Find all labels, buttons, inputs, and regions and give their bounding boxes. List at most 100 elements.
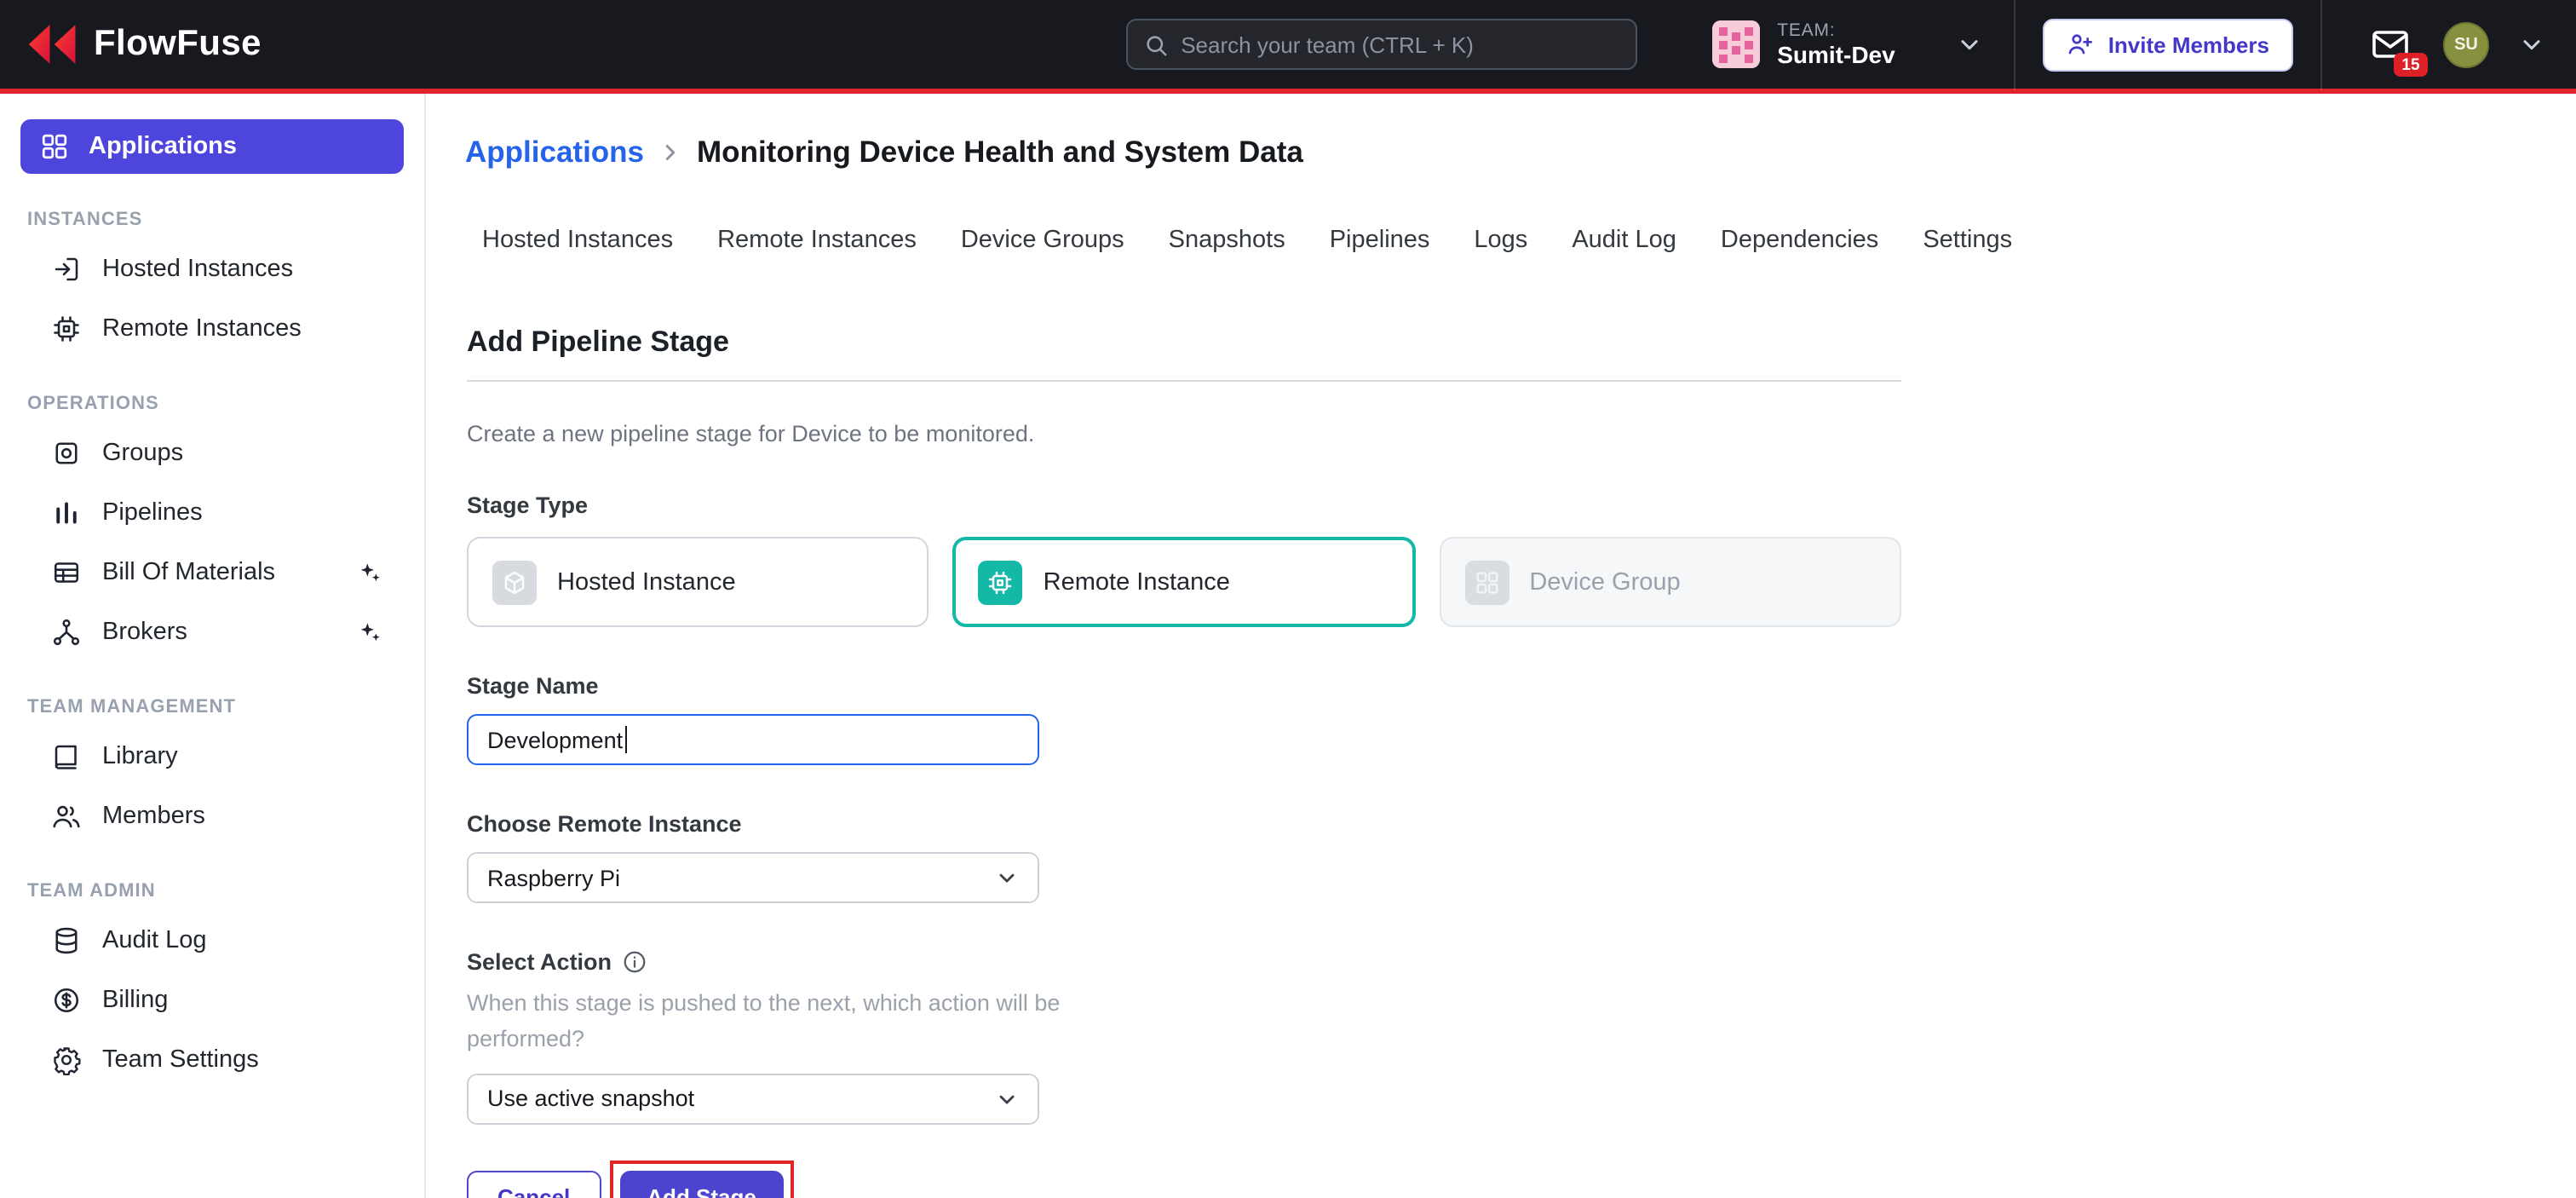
action-value: Use active snapshot — [487, 1086, 694, 1112]
notifications-badge: 15 — [2394, 53, 2428, 77]
stage-type-device-group: Device Group — [1439, 537, 1901, 627]
sidebar-item-label: Brokers — [102, 618, 187, 645]
form-description: Create a new pipeline stage for Device t… — [467, 421, 1901, 446]
remote-instance-select[interactable]: Raspberry Pi — [467, 852, 1039, 903]
tab-settings[interactable]: Settings — [1900, 216, 2034, 264]
top-navbar: FlowFuse TEAM: Sumit-Dev I — [0, 0, 2576, 94]
chevron-right-icon — [658, 140, 683, 165]
action-select[interactable]: Use active snapshot — [467, 1074, 1039, 1125]
sidebar-item-label: Billing — [102, 986, 168, 1013]
cancel-button[interactable]: Cancel — [467, 1171, 601, 1198]
remote-instances-icon — [51, 313, 82, 343]
sidebar-item-brokers[interactable]: Brokers — [0, 602, 424, 661]
stage-type-remote-instance[interactable]: Remote Instance — [953, 537, 1416, 627]
sidebar-item-team-settings[interactable]: Team Settings — [0, 1029, 424, 1089]
text-caret — [624, 726, 626, 753]
search-input[interactable] — [1181, 32, 1620, 57]
stage-name-value: Development — [487, 727, 623, 752]
sidebar-item-members[interactable]: Members — [0, 786, 424, 845]
cube-icon — [492, 560, 537, 604]
sidebar-item-label: Bill Of Materials — [102, 558, 275, 585]
navbar-right: 15 SU — [2336, 21, 2545, 67]
tab-snapshots[interactable]: Snapshots — [1147, 216, 1308, 264]
form-divider — [467, 380, 1901, 382]
page-title: Monitoring Device Health and System Data — [697, 135, 1303, 170]
invite-members-button[interactable]: Invite Members — [2044, 18, 2293, 71]
team-settings-icon — [51, 1044, 82, 1074]
sidebar-item-label: Pipelines — [102, 498, 203, 526]
user-menu-chevron-icon[interactable] — [2518, 31, 2545, 58]
sidebar-item-audit-log[interactable]: Audit Log — [0, 910, 424, 970]
members-icon — [51, 800, 82, 831]
sidebar-section-operations: OPERATIONS — [0, 358, 424, 423]
brand[interactable]: FlowFuse — [27, 22, 334, 66]
select-action-text: Select Action — [467, 949, 612, 975]
notifications-button[interactable]: 15 — [2370, 24, 2414, 65]
sidebar-item-label: Remote Instances — [102, 314, 302, 342]
add-pipeline-stage-form: Add Pipeline Stage Create a new pipeline… — [465, 325, 1901, 1198]
main-content: Applications Monitoring Device Health an… — [426, 94, 2576, 1198]
flowfuse-logo-icon — [27, 22, 78, 66]
tab-hosted-instances[interactable]: Hosted Instances — [465, 216, 695, 264]
grid-icon — [1464, 560, 1509, 604]
sidebar: Applications INSTANCES Hosted Instances … — [0, 94, 426, 1198]
audit-log-icon — [51, 924, 82, 955]
sidebar-item-applications[interactable]: Applications — [20, 119, 404, 174]
form-title: Add Pipeline Stage — [467, 325, 1901, 360]
sparkles-icon — [356, 558, 383, 585]
user-plus-icon — [2067, 31, 2095, 58]
sparkles-icon — [356, 618, 383, 645]
navbar-divider — [2320, 0, 2322, 90]
billing-icon — [51, 984, 82, 1015]
sidebar-item-hosted-instances[interactable]: Hosted Instances — [0, 239, 424, 298]
tab-pipelines[interactable]: Pipelines — [1308, 216, 1452, 264]
tab-dependencies[interactable]: Dependencies — [1699, 216, 1900, 264]
sidebar-section-instances: INSTANCES — [0, 174, 424, 239]
sidebar-item-label: Applications — [89, 133, 237, 160]
invite-members-label: Invite Members — [2108, 32, 2269, 57]
sidebar-item-pipelines[interactable]: Pipelines — [0, 482, 424, 542]
stage-name-input[interactable]: Development — [467, 714, 1039, 765]
team-avatar — [1712, 20, 1760, 68]
sidebar-item-label: Hosted Instances — [102, 255, 293, 282]
select-action-help: When this stage is pushed to the next, w… — [467, 987, 1111, 1058]
stage-type-label: Stage Type — [467, 492, 1901, 518]
navbar-divider — [2015, 0, 2016, 90]
tab-device-groups[interactable]: Device Groups — [939, 216, 1147, 264]
user-avatar[interactable]: SU — [2443, 21, 2489, 67]
sidebar-item-library[interactable]: Library — [0, 726, 424, 786]
sidebar-item-label: Audit Log — [102, 926, 207, 953]
groups-icon — [51, 437, 82, 468]
team-selector[interactable]: TEAM: Sumit-Dev — [1682, 0, 2014, 89]
application-tabs: Hosted Instances Remote Instances Device… — [465, 216, 2576, 264]
tab-logs[interactable]: Logs — [1452, 216, 1550, 264]
chevron-down-icon — [995, 866, 1019, 890]
team-search[interactable] — [1126, 19, 1637, 70]
hosted-instances-icon — [51, 253, 82, 284]
sidebar-section-team-management: TEAM MANAGEMENT — [0, 661, 424, 726]
remote-instance-value: Raspberry Pi — [487, 865, 620, 890]
sidebar-item-billing[interactable]: Billing — [0, 970, 424, 1029]
flowfuse-app: FlowFuse TEAM: Sumit-Dev I — [0, 0, 2576, 1198]
stage-type-hosted-instance[interactable]: Hosted Instance — [467, 537, 929, 627]
sidebar-item-label: Members — [102, 802, 205, 829]
sidebar-item-remote-instances[interactable]: Remote Instances — [0, 298, 424, 358]
applications-icon — [39, 131, 70, 162]
chevron-down-icon — [1957, 31, 1984, 58]
brand-name: FlowFuse — [94, 24, 262, 65]
sidebar-item-label: Team Settings — [102, 1045, 259, 1073]
tab-remote-instances[interactable]: Remote Instances — [695, 216, 939, 264]
chevron-down-icon — [995, 1087, 1019, 1111]
info-icon[interactable] — [622, 949, 647, 975]
sidebar-item-groups[interactable]: Groups — [0, 423, 424, 482]
tab-audit-log[interactable]: Audit Log — [1550, 216, 1699, 264]
stage-type-option-label: Device Group — [1529, 568, 1680, 596]
team-label: TEAM: — [1777, 20, 1895, 41]
add-stage-button[interactable]: Add Stage — [619, 1171, 784, 1198]
remote-instance-label: Choose Remote Instance — [467, 811, 1901, 837]
sidebar-item-label: Groups — [102, 439, 183, 466]
form-actions: Cancel Add Stage — [467, 1171, 1901, 1198]
sidebar-item-bill-of-materials[interactable]: Bill Of Materials — [0, 542, 424, 602]
breadcrumb-applications-link[interactable]: Applications — [465, 135, 644, 170]
bill-of-materials-icon — [51, 556, 82, 587]
